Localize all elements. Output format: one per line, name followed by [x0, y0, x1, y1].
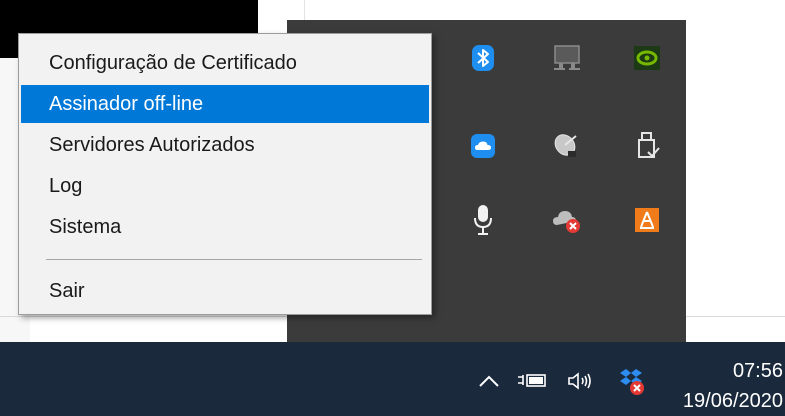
menu-separator [46, 259, 422, 260]
show-hidden-icons-chevron[interactable] [476, 368, 502, 394]
taskbar-clock[interactable]: 07:56 19/06/2020 [664, 356, 785, 416]
menu-item-label: Assinador off-line [49, 92, 204, 115]
menu-item-label: Configuração de Certificado [49, 51, 297, 74]
cloud-error-icon[interactable] [549, 202, 585, 238]
dropbox-error-icon[interactable] [614, 364, 648, 398]
screen: Configuração de Certificado Assinador of… [0, 0, 785, 416]
menu-item-label: Sistema [49, 215, 122, 238]
menu-item-assinador-offline[interactable]: Assinador off-line [21, 85, 429, 123]
power-battery-icon[interactable] [515, 368, 549, 394]
menu-item-label: Servidores Autorizados [49, 133, 255, 156]
menu-item-configuracao-certificado[interactable]: Configuração de Certificado [21, 44, 429, 82]
cloud-icon[interactable] [465, 128, 501, 164]
volume-icon[interactable] [564, 368, 600, 394]
bluetooth-icon[interactable] [465, 40, 501, 76]
security-app-icon[interactable] [629, 202, 665, 238]
clock-time: 07:56 [732, 360, 783, 382]
usb-drive-icon[interactable] [629, 128, 665, 164]
menu-item-sistema[interactable]: Sistema [21, 208, 429, 246]
nvidia-icon[interactable] [629, 40, 665, 76]
satellite-dish-icon[interactable] [549, 128, 585, 164]
menu-item-sair[interactable]: Sair [21, 272, 429, 310]
menu-item-servidores-autorizados[interactable]: Servidores Autorizados [21, 126, 429, 164]
network-monitor-icon[interactable] [549, 40, 585, 76]
tray-context-menu: Configuração de Certificado Assinador of… [18, 33, 432, 315]
microphone-icon[interactable] [465, 202, 501, 238]
menu-item-log[interactable]: Log [21, 167, 429, 205]
clock-date: 19/06/2020 [682, 390, 783, 412]
menu-item-label: Sair [49, 279, 85, 302]
menu-item-label: Log [49, 174, 83, 197]
